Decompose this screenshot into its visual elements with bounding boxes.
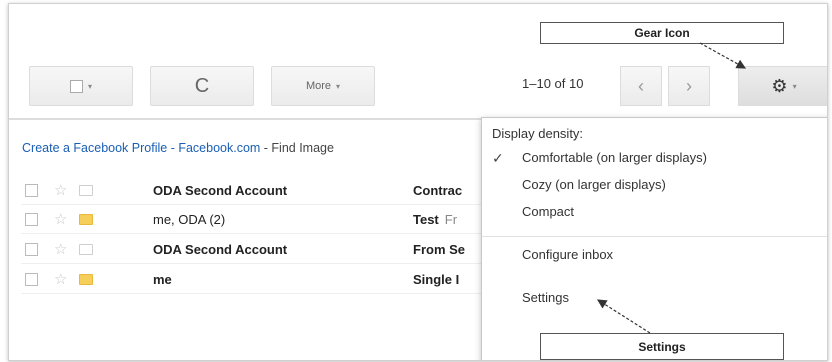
row-checkbox[interactable] xyxy=(25,212,38,226)
email-subject: Single I xyxy=(413,271,460,287)
importance-marker-icon[interactable] xyxy=(79,184,94,196)
ad-text: - Find Image xyxy=(260,141,334,155)
prev-page-button[interactable]: ‹ xyxy=(620,66,662,106)
star-icon[interactable]: ☆ xyxy=(54,181,67,199)
gmail-inbox-window: ▾ C More ▾ 1–10 of 10 ‹ › ⚙ ▾ Create a F… xyxy=(8,3,828,361)
chevron-left-icon: ‹ xyxy=(638,75,644,96)
email-snippet: Fr xyxy=(444,211,458,227)
settings-dropdown-menu: Display density: ✓ Comfortable (on large… xyxy=(481,117,827,360)
row-checkbox[interactable] xyxy=(25,242,38,256)
ad-banner: Create a Facebook Profile - Facebook.com… xyxy=(22,141,334,155)
star-icon[interactable]: ☆ xyxy=(54,210,67,228)
ad-link[interactable]: Create a Facebook Profile - Facebook.com xyxy=(22,141,260,155)
menu-item-settings[interactable]: Settings xyxy=(522,290,569,305)
chevron-down-icon: ▾ xyxy=(336,81,341,91)
email-row[interactable]: ☆ me, ODA (2) Test Fr xyxy=(21,205,491,234)
email-subject: From Se xyxy=(413,241,466,257)
checkmark-icon: ✓ xyxy=(492,150,504,166)
more-button[interactable]: More ▾ xyxy=(271,66,375,106)
menu-item-cozy[interactable]: Cozy (on larger displays) xyxy=(522,177,666,192)
refresh-button[interactable]: C xyxy=(150,66,254,106)
select-checkbox[interactable] xyxy=(69,79,83,93)
importance-marker-icon[interactable] xyxy=(79,273,94,285)
menu-item-configure-inbox[interactable]: Configure inbox xyxy=(522,247,613,262)
email-subject-text: Test xyxy=(413,211,439,227)
star-icon[interactable]: ☆ xyxy=(54,240,67,258)
row-checkbox[interactable] xyxy=(25,272,38,286)
menu-item-comfortable[interactable]: Comfortable (on larger displays) xyxy=(522,150,707,165)
email-sender: ODA Second Account xyxy=(153,241,288,257)
menu-separator xyxy=(482,236,827,237)
email-sender: me xyxy=(153,271,172,287)
menu-item-compact[interactable]: Compact xyxy=(522,204,574,219)
settings-gear-button[interactable]: ⚙ ▾ xyxy=(738,66,827,106)
gear-icon-callout: Gear Icon xyxy=(540,22,784,44)
email-row[interactable]: ☆ ODA Second Account Contrac xyxy=(21,176,491,205)
email-sender: ODA Second Account xyxy=(153,182,288,198)
email-row[interactable]: ☆ ODA Second Account From Se xyxy=(21,235,491,264)
select-all-button[interactable]: ▾ xyxy=(29,66,133,106)
importance-marker-icon[interactable] xyxy=(79,243,94,255)
display-density-heading: Display density: xyxy=(492,126,584,141)
email-row[interactable]: ☆ me Single I xyxy=(21,265,491,294)
star-icon[interactable]: ☆ xyxy=(54,270,67,288)
email-subject: Test Fr xyxy=(413,212,457,227)
chevron-down-icon: ▾ xyxy=(87,81,92,91)
refresh-icon: C xyxy=(194,74,210,97)
chevron-down-icon: ▾ xyxy=(792,81,797,91)
gear-icon: ⚙ xyxy=(771,75,788,96)
chevron-right-icon: › xyxy=(686,75,692,96)
next-page-button[interactable]: › xyxy=(668,66,710,106)
row-checkbox[interactable] xyxy=(25,183,38,197)
email-sender: me, ODA (2) xyxy=(153,211,226,227)
settings-callout: Settings xyxy=(540,333,784,360)
pagination-text: 1–10 of 10 xyxy=(522,76,584,91)
importance-marker-icon[interactable] xyxy=(79,213,94,225)
email-subject: Contrac xyxy=(413,182,463,198)
more-label: More xyxy=(305,80,332,92)
